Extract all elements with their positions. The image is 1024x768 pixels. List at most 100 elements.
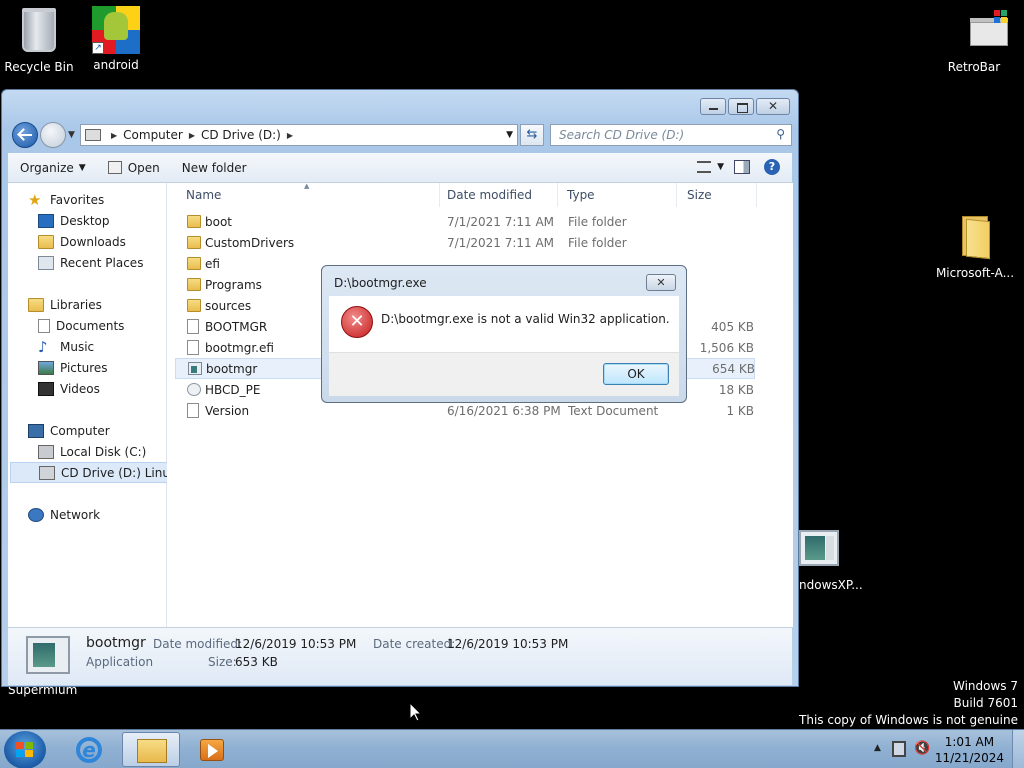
microsoft-folder-desktop-icon[interactable]: Microsoft-A... bbox=[932, 214, 1018, 280]
breadcrumb-cd-drive[interactable]: CD Drive (D:) bbox=[201, 128, 281, 142]
file-date: 7/1/2021 7:11 AM bbox=[447, 235, 555, 250]
android-desktop-icon[interactable]: ↗ android bbox=[79, 6, 153, 72]
file-name: Programs bbox=[205, 277, 262, 292]
microsoft-folder-label: Microsoft-A... bbox=[935, 266, 1015, 280]
computer-icon bbox=[28, 423, 44, 438]
recent-pages-dropdown[interactable]: ▼ bbox=[68, 130, 75, 140]
file-row[interactable]: boot 7/1/2021 7:11 AM File folder bbox=[175, 211, 755, 232]
watermark-line-1: Windows 7 bbox=[952, 679, 1018, 693]
dialog-message: D:\bootmgr.exe is not a valid Win32 appl… bbox=[381, 312, 670, 326]
file-name: bootmgr.efi bbox=[205, 340, 274, 355]
nav-pictures-label: Pictures bbox=[60, 360, 108, 375]
watermark-line-3: This copy of Windows is not genuine bbox=[799, 713, 1018, 727]
open-icon bbox=[107, 161, 122, 174]
minimize-button[interactable] bbox=[700, 98, 726, 115]
search-icon[interactable]: ⚲ bbox=[776, 127, 785, 141]
pictures-icon bbox=[38, 360, 54, 375]
organize-label: Organize bbox=[20, 160, 74, 175]
search-input[interactable]: Search CD Drive (D:) ⚲ bbox=[550, 124, 792, 146]
change-view-icon[interactable] bbox=[697, 161, 712, 173]
start-button[interactable] bbox=[4, 731, 46, 768]
clock-time: 1:01 AM bbox=[944, 735, 995, 749]
view-dropdown-icon[interactable]: ▼ bbox=[717, 162, 724, 172]
star-icon: ★ bbox=[28, 190, 42, 209]
clock[interactable]: 1:01 AM 11/21/2024 bbox=[935, 734, 1004, 766]
organize-menu[interactable]: Organize ▼ bbox=[20, 161, 86, 175]
volume-muted-icon[interactable]: 🔇 bbox=[914, 741, 930, 757]
file-size: 1,506 KB bbox=[699, 340, 754, 355]
recycle-bin-desktop-icon[interactable]: Recycle Bin bbox=[2, 6, 76, 74]
file-row[interactable]: Version 6/16/2021 6:38 PM Text Document … bbox=[175, 400, 755, 421]
refresh-button[interactable]: ⇆ bbox=[520, 124, 544, 146]
nav-network[interactable]: Network bbox=[28, 504, 186, 525]
dialog-close-button[interactable]: ✕ bbox=[646, 274, 676, 291]
settings-file-icon bbox=[187, 383, 201, 396]
column-size[interactable]: Size bbox=[677, 183, 757, 207]
taskbar-media-player[interactable] bbox=[182, 732, 240, 767]
back-button[interactable] bbox=[12, 122, 38, 148]
column-date-label: Date modified bbox=[447, 188, 533, 202]
android-icon: ↗ bbox=[92, 6, 140, 54]
show-desktop-button[interactable] bbox=[1012, 730, 1024, 768]
internet-explorer-icon: e bbox=[76, 737, 102, 763]
column-name[interactable]: Name ▲ bbox=[176, 182, 440, 207]
column-date-modified[interactable]: Date modified bbox=[437, 183, 558, 207]
application-icon bbox=[26, 636, 70, 674]
column-type[interactable]: Type bbox=[557, 183, 677, 207]
hard-disk-icon bbox=[38, 444, 54, 459]
windowsxp-desktop-icon[interactable]: ndowsXP... bbox=[799, 530, 869, 592]
folder-icon bbox=[951, 214, 999, 262]
forward-button[interactable] bbox=[40, 122, 66, 148]
file-name: bootmgr bbox=[206, 361, 258, 376]
chevron-down-icon: ▼ bbox=[78, 162, 86, 173]
nav-computer[interactable]: Computer bbox=[28, 420, 186, 441]
nav-music-label: Music bbox=[60, 339, 95, 354]
navigation-bar: ▼ ▶ Computer ▶ CD Drive (D:) ▶ ▼ ⇆ Searc… bbox=[10, 122, 792, 148]
maximize-button[interactable] bbox=[728, 98, 754, 115]
help-icon[interactable]: ? bbox=[764, 159, 780, 175]
address-dropdown-icon[interactable]: ▼ bbox=[506, 130, 513, 140]
ok-button[interactable]: OK bbox=[603, 363, 669, 385]
application-icon bbox=[188, 362, 202, 375]
breadcrumb-computer[interactable]: Computer bbox=[123, 128, 183, 142]
nav-favorites-label: Favorites bbox=[50, 192, 105, 207]
file-type: Text Document bbox=[568, 403, 659, 418]
breadcrumb-separator-icon[interactable]: ▶ bbox=[287, 131, 293, 140]
nav-favorites[interactable]: ★ Favorites bbox=[28, 189, 186, 210]
file-size: 654 KB bbox=[712, 361, 755, 376]
file-date: 6/16/2021 6:38 PM bbox=[447, 403, 561, 418]
text-document-icon bbox=[187, 403, 199, 418]
drive-icon bbox=[85, 129, 101, 141]
clock-date: 11/21/2024 bbox=[934, 751, 1004, 765]
nav-cd-drive[interactable]: CD Drive (D:) Linux M bbox=[10, 462, 168, 483]
nav-cd-drive-label: CD Drive (D:) Linux M bbox=[61, 465, 167, 480]
close-button[interactable] bbox=[756, 98, 790, 115]
retrobar-desktop-icon[interactable]: RetroBar bbox=[937, 8, 1011, 74]
show-hidden-icons-icon[interactable]: ▲ bbox=[874, 743, 881, 753]
taskbar-windows-explorer[interactable] bbox=[122, 732, 180, 767]
address-bar[interactable]: ▶ Computer ▶ CD Drive (D:) ▶ ▼ bbox=[80, 124, 518, 146]
details-size-value: 653 KB bbox=[235, 655, 278, 669]
file-row[interactable]: CustomDrivers 7/1/2021 7:11 AM File fold… bbox=[175, 232, 755, 253]
network-tray-icon[interactable] bbox=[892, 741, 906, 757]
folder-icon bbox=[187, 236, 201, 249]
shortcut-arrow-icon: ↗ bbox=[92, 42, 104, 54]
open-button[interactable]: Open bbox=[107, 161, 160, 175]
new-folder-button[interactable]: New folder bbox=[182, 161, 247, 175]
details-file-name: bootmgr bbox=[86, 635, 146, 651]
file-name: HBCD_PE bbox=[205, 382, 261, 397]
nav-libraries[interactable]: Libraries bbox=[28, 294, 186, 315]
file-name: Version bbox=[205, 403, 250, 418]
taskbar: e ▲ 🔇 1:01 AM 11/21/2024 bbox=[0, 729, 1024, 768]
file-name: CustomDrivers bbox=[205, 235, 295, 250]
breadcrumb-separator-icon[interactable]: ▶ bbox=[189, 131, 195, 140]
taskbar-internet-explorer[interactable]: e bbox=[60, 732, 118, 767]
nav-recent-places-label: Recent Places bbox=[60, 255, 144, 270]
folder-icon bbox=[187, 299, 201, 312]
file-name: boot bbox=[205, 214, 233, 229]
details-created-value: 12/6/2019 10:53 PM bbox=[447, 637, 569, 651]
file-type: File folder bbox=[568, 235, 627, 250]
nav-local-disk-label: Local Disk (C:) bbox=[60, 444, 147, 459]
preview-pane-icon[interactable] bbox=[734, 160, 750, 174]
column-name-label: Name bbox=[186, 188, 222, 202]
